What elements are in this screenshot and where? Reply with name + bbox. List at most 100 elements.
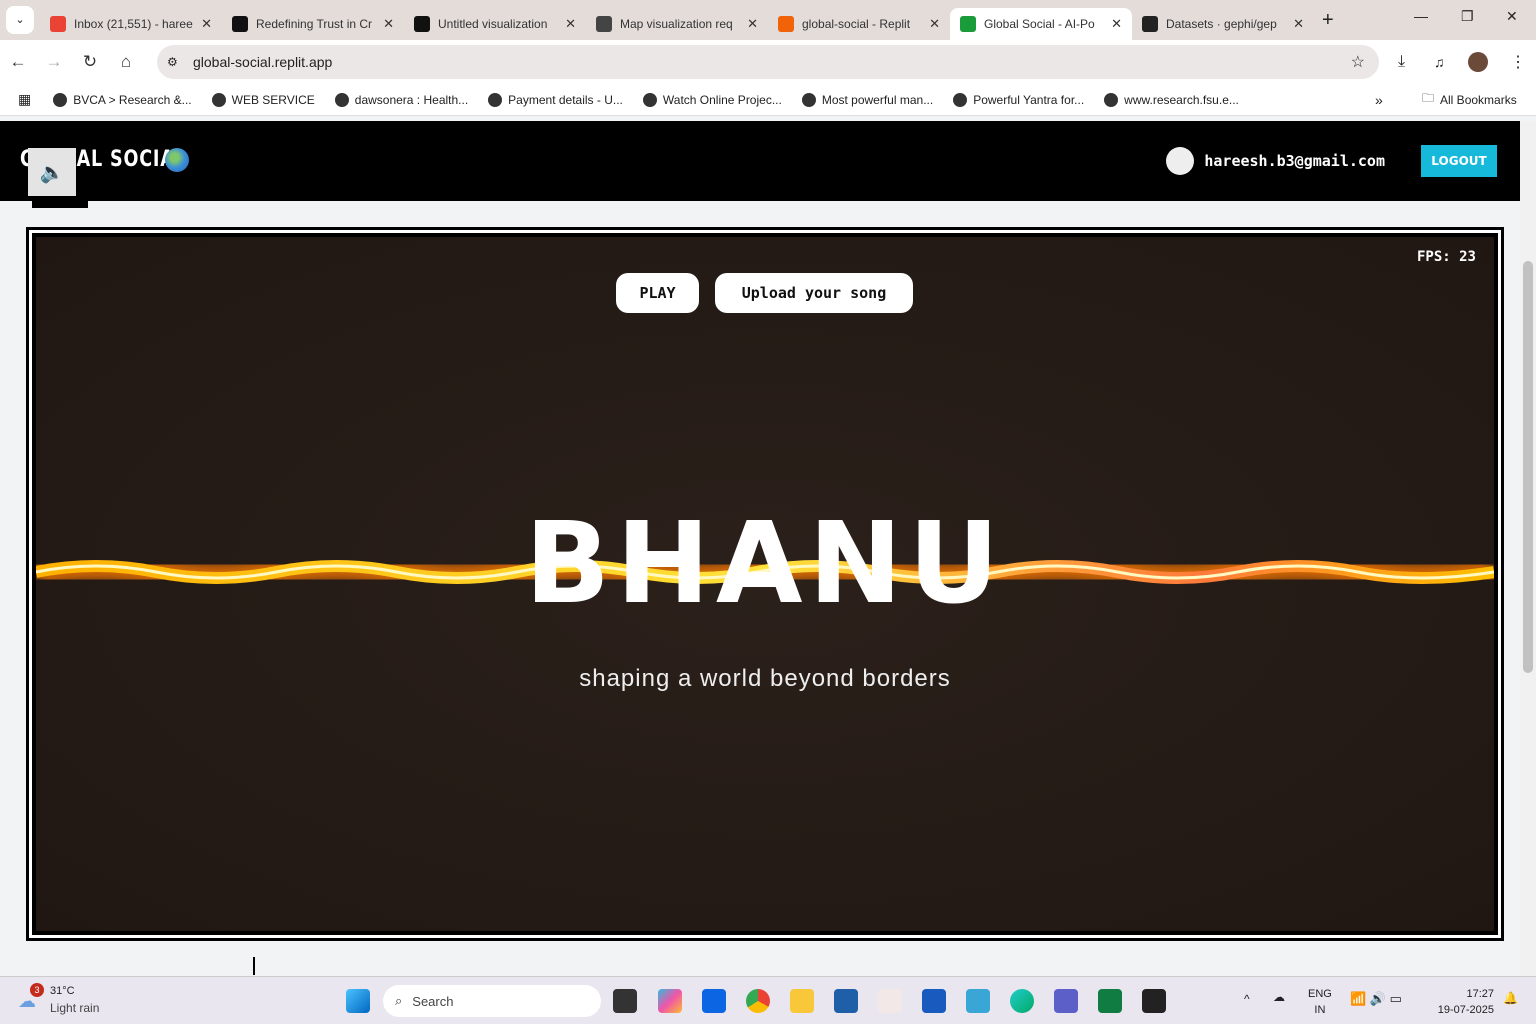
close-tab-icon[interactable]: ✕	[929, 16, 940, 32]
tab[interactable]: global-social - Replit ✕	[768, 8, 950, 40]
k-icon	[232, 16, 248, 32]
bookmark-item[interactable]: www.research.fsu.e...	[1096, 89, 1247, 111]
tab-label: Global Social - AI-Po	[984, 17, 1095, 31]
close-tab-icon[interactable]: ✕	[1293, 16, 1304, 32]
bookmark-item[interactable]: Powerful Yantra for...	[945, 89, 1092, 111]
language-indicator[interactable]: ENG IN	[1308, 986, 1332, 1018]
search-label: Search	[412, 993, 454, 1009]
temperature: 31°C	[50, 985, 75, 997]
globe-icon	[53, 92, 68, 107]
close-tab-icon[interactable]: ✕	[383, 16, 394, 32]
taskbar-search[interactable]: ⌕ Search	[383, 985, 601, 1017]
tagline: shaping a world beyond borders	[579, 665, 951, 692]
upload-song-button[interactable]: Upload your song	[715, 273, 913, 313]
apps-icon[interactable]: ▦	[18, 91, 31, 108]
bookmark-item[interactable]: Most powerful man...	[794, 89, 941, 111]
reload-button[interactable]: ↻	[72, 52, 108, 72]
onedrive-icon[interactable]: ☁	[1273, 990, 1285, 1004]
gephi-icon[interactable]	[1142, 989, 1166, 1013]
tab[interactable]: Global Social - AI-Po ✕	[950, 8, 1132, 40]
trello-icon[interactable]	[702, 989, 726, 1013]
visualizer-canvas[interactable]: FPS: 23 PLAY Upload your song BHANU shap…	[36, 237, 1494, 931]
notepad-icon[interactable]	[966, 989, 990, 1013]
close-tab-icon[interactable]: ✕	[747, 16, 758, 32]
close-window-button[interactable]: ✕	[1506, 8, 1518, 25]
download-icon[interactable]: ⤓	[1398, 53, 1405, 71]
bookmark-label: www.research.fsu.e...	[1124, 92, 1239, 107]
gmail-icon	[50, 16, 66, 32]
copilot-icon[interactable]	[658, 989, 682, 1013]
bookmark-item[interactable]: Payment details - U...	[480, 89, 631, 111]
wifi-volume-battery-icons[interactable]: 📶 🔊 ▭	[1350, 991, 1402, 1007]
scrollbar-thumb[interactable]	[1523, 261, 1533, 673]
file-explorer-icon[interactable]	[790, 989, 814, 1013]
site-header: GLOBAL SOCIAL hareesh.b3@gmail.com LOGOU…	[0, 121, 1520, 201]
scrollbar[interactable]	[1520, 121, 1536, 976]
more-bookmarks-icon[interactable]: »	[1375, 92, 1383, 108]
globe-icon	[801, 92, 816, 107]
excel-icon[interactable]	[1098, 989, 1122, 1013]
close-tab-icon[interactable]: ✕	[1111, 16, 1122, 32]
text-cursor	[253, 957, 255, 975]
bookmark-star-icon[interactable]: ☆	[1351, 52, 1365, 72]
tab[interactable]: Inbox (21,551) - hareesh ✕	[40, 8, 222, 40]
profile-avatar[interactable]	[1468, 52, 1488, 72]
word-icon[interactable]	[922, 989, 946, 1013]
minimize-button[interactable]: —	[1414, 8, 1428, 24]
start-icon[interactable]	[346, 989, 370, 1013]
tab[interactable]: Datasets · gephi/gep ✕	[1132, 8, 1314, 40]
asterisk-icon	[414, 16, 430, 32]
globe-icon	[953, 92, 968, 107]
snipping-icon[interactable]	[878, 989, 902, 1013]
chrome-icon[interactable]	[746, 989, 770, 1013]
clock[interactable]: 17:27 19-07-2025	[1428, 986, 1494, 1018]
logout-button[interactable]: LOGOUT	[1421, 145, 1497, 177]
tray-overflow-icon[interactable]: ^	[1244, 992, 1250, 1006]
media-icon[interactable]: ♫	[1434, 54, 1445, 70]
new-tab-button[interactable]: +	[1322, 9, 1334, 32]
url-text[interactable]: global-social.replit.app	[193, 54, 332, 70]
replit-icon	[778, 16, 794, 32]
forward-button[interactable]: →	[36, 52, 72, 72]
tab-label: Untitled visualization	[438, 17, 548, 31]
globe-icon	[488, 92, 503, 107]
maximize-button[interactable]: ❐	[1461, 8, 1474, 25]
tab-label: Inbox (21,551) - hareesh	[74, 17, 194, 31]
language: ENG	[1308, 988, 1332, 1000]
home-button[interactable]: ⌂	[108, 52, 144, 72]
weather-widget[interactable]: ☁ 3 31°C Light rain	[18, 983, 118, 1019]
address-bar[interactable]: ⚙ global-social.replit.app ☆	[157, 45, 1379, 79]
bookmark-item[interactable]: WEB SERVICE	[204, 89, 323, 111]
edge-icon[interactable]	[1010, 989, 1034, 1013]
bookmark-item[interactable]: BVCA > Research &...	[45, 89, 199, 111]
bookmark-item[interactable]: Watch Online Projec...	[635, 89, 790, 111]
globe-icon	[211, 92, 226, 107]
tab-label: Map visualization req	[620, 17, 733, 31]
globe-icon	[1104, 92, 1119, 107]
bookmark-item[interactable]: dawsonera : Health...	[327, 89, 476, 111]
close-tab-icon[interactable]: ✕	[565, 16, 576, 32]
user-email: hareesh.b3@gmail.com	[1204, 152, 1385, 170]
tab[interactable]: Redefining Trust in Cr ✕	[222, 8, 404, 40]
site-info-icon[interactable]: ⚙	[167, 55, 178, 69]
teams-icon[interactable]	[1054, 989, 1078, 1013]
sound-toggle-button[interactable]: 🔈	[28, 148, 76, 196]
back-button[interactable]: ←	[0, 52, 36, 72]
notification-icon[interactable]: 🔔	[1503, 991, 1518, 1005]
bookmark-label: Watch Online Projec...	[662, 92, 782, 107]
bookmark-label: Payment details - U...	[508, 92, 623, 107]
all-bookmarks[interactable]: 🗀 All Bookmarks	[1414, 85, 1525, 114]
visualizer-frame: FPS: 23 PLAY Upload your song BHANU shap…	[26, 227, 1504, 941]
tab[interactable]: Untitled visualization ✕	[404, 8, 586, 40]
tab-list-button[interactable]: ⌄	[6, 6, 34, 34]
task-view-icon[interactable]	[613, 989, 637, 1013]
bookmark-label: Most powerful man...	[821, 92, 934, 107]
all-bookmarks-label: All Bookmarks	[1440, 92, 1517, 107]
menu-icon[interactable]: ⋮	[1510, 52, 1526, 72]
tab[interactable]: Map visualization req ✕	[586, 8, 768, 40]
fps-counter: FPS: 23	[1416, 249, 1476, 265]
store-icon[interactable]	[834, 989, 858, 1013]
bookmark-label: Powerful Yantra for...	[973, 92, 1085, 107]
play-button[interactable]: PLAY	[616, 273, 699, 313]
close-tab-icon[interactable]: ✕	[201, 16, 212, 32]
